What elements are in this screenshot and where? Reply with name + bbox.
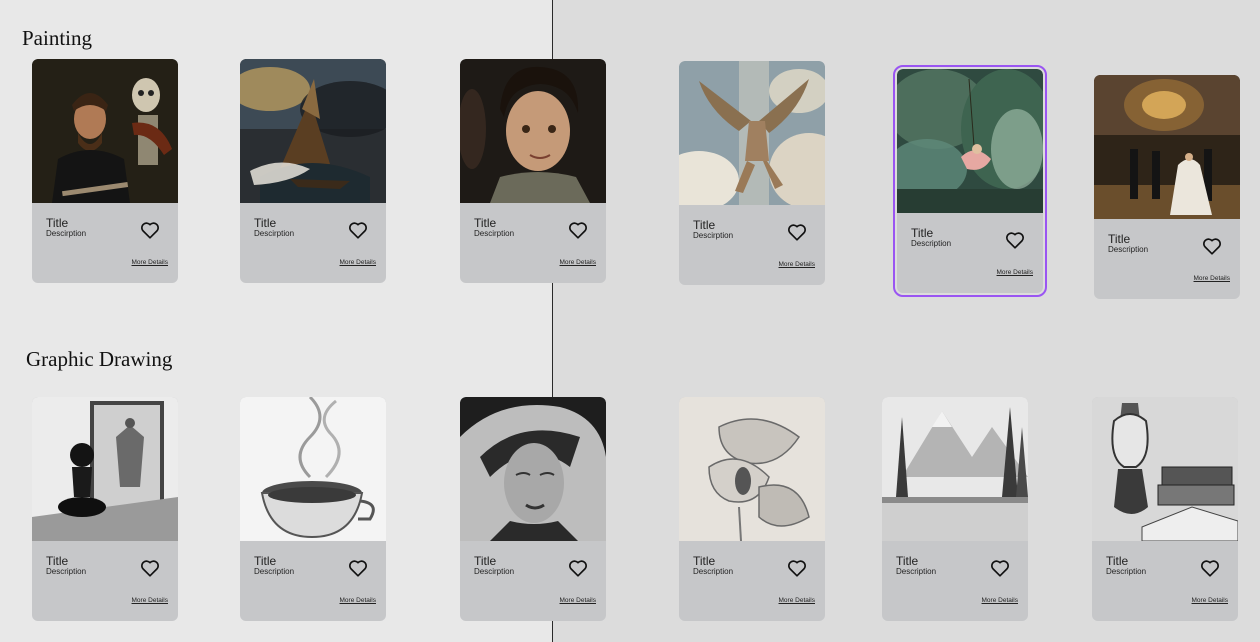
card-description: Description — [896, 567, 937, 576]
card-title: Title — [254, 216, 277, 230]
more-details-link[interactable]: More Details — [340, 597, 376, 604]
painting-image — [897, 69, 1043, 213]
card-title: Title — [693, 554, 716, 568]
heart-icon[interactable] — [1201, 235, 1223, 257]
painting-image — [679, 61, 825, 205]
card-description: Description — [46, 567, 87, 576]
drawing-card[interactable]: Title Description More Details — [882, 397, 1028, 621]
more-details-link[interactable]: More Details — [132, 597, 168, 604]
more-details-link[interactable]: More Details — [779, 261, 815, 268]
painting-card[interactable]: Title Descirption More Details — [460, 59, 606, 283]
card-description: Description — [693, 567, 734, 576]
drawing-card[interactable]: Title Description More Details — [679, 397, 825, 621]
painting-card[interactable]: Title Descirption More Details — [679, 61, 825, 285]
section-title-painting: Painting — [22, 26, 93, 50]
drawing-image — [1092, 397, 1238, 541]
card-title: Title — [1106, 554, 1129, 568]
heart-icon[interactable] — [786, 221, 808, 243]
painting-image — [240, 59, 386, 203]
card-description: Description — [1108, 245, 1149, 254]
painting-image — [460, 59, 606, 203]
painting-card-selected[interactable]: Title Description More Details — [893, 65, 1047, 297]
card-description: Descirption — [254, 229, 295, 238]
more-details-link[interactable]: More Details — [1192, 597, 1228, 604]
heart-icon[interactable] — [139, 219, 161, 241]
drawing-card[interactable]: Title Description More Details — [1092, 397, 1238, 621]
heart-icon[interactable] — [1004, 229, 1026, 251]
card-title: Title — [1108, 232, 1131, 246]
heart-icon[interactable] — [989, 557, 1011, 579]
card-title: Title — [46, 216, 69, 230]
drawing-card[interactable]: Title Description More Details — [240, 397, 386, 621]
more-details-link[interactable]: More Details — [340, 259, 376, 266]
heart-icon[interactable] — [1199, 557, 1221, 579]
heart-icon[interactable] — [567, 219, 589, 241]
card-title: Title — [254, 554, 277, 568]
more-details-link[interactable]: More Details — [982, 597, 1018, 604]
more-details-link[interactable]: More Details — [560, 259, 596, 266]
card-title: Title — [896, 554, 919, 568]
more-details-link[interactable]: More Details — [560, 597, 596, 604]
drawing-image — [240, 397, 386, 541]
more-details-link[interactable]: More Details — [1194, 275, 1230, 282]
drawing-image — [679, 397, 825, 541]
card-description: Description — [254, 567, 295, 576]
card-title: Title — [911, 226, 934, 240]
painting-card[interactable]: Title Descirption More Details — [240, 59, 386, 283]
drawing-image — [882, 397, 1028, 541]
card-description: Descirption — [474, 229, 515, 238]
heart-icon[interactable] — [139, 557, 161, 579]
card-title: Title — [474, 216, 497, 230]
more-details-link[interactable]: More Details — [132, 259, 168, 266]
card-title: Title — [693, 218, 716, 232]
card-title: Title — [46, 554, 69, 568]
heart-icon[interactable] — [347, 557, 369, 579]
heart-icon[interactable] — [567, 557, 589, 579]
section-title-graphic-drawing: Graphic Drawing — [26, 347, 173, 371]
card-title: Title — [474, 554, 497, 568]
heart-icon[interactable] — [347, 219, 369, 241]
drawing-image — [460, 397, 606, 541]
more-details-link[interactable]: More Details — [997, 269, 1033, 276]
painting-image — [1094, 75, 1240, 219]
painting-card[interactable]: Title Descirption More Details — [32, 59, 178, 283]
drawing-card[interactable]: Title Descirption More Details — [460, 397, 606, 621]
more-details-link[interactable]: More Details — [779, 597, 815, 604]
drawing-card[interactable]: Title Description More Details — [32, 397, 178, 621]
heart-icon[interactable] — [786, 557, 808, 579]
drawing-image — [32, 397, 178, 541]
painting-image — [32, 59, 178, 203]
card-description: Descirption — [693, 231, 734, 240]
card-description: Description — [911, 239, 952, 248]
painting-card[interactable]: Title Description More Details — [1094, 75, 1240, 299]
card-description: Description — [1106, 567, 1147, 576]
card-description: Descirption — [46, 229, 87, 238]
card-description: Descirption — [474, 567, 515, 576]
